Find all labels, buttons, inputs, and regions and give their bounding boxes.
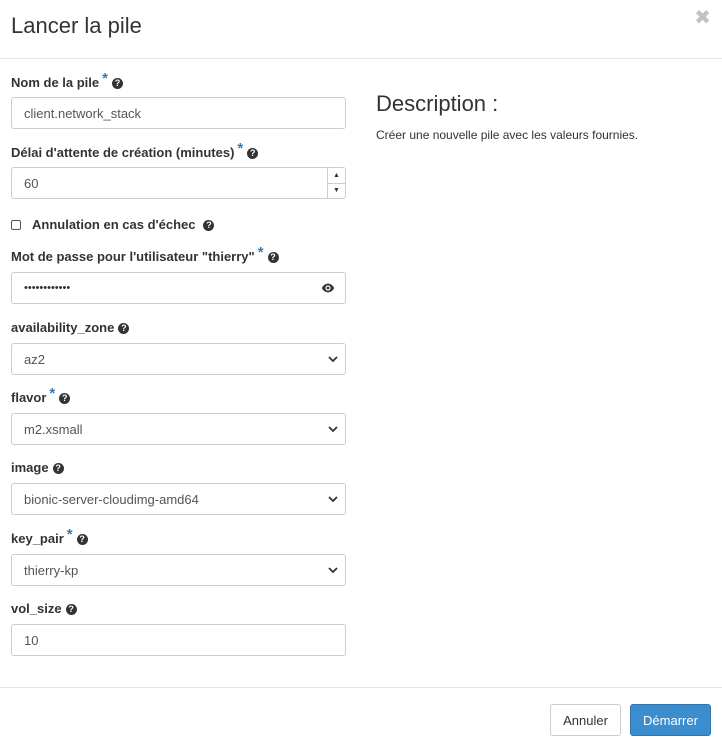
modal-title: Lancer la pile xyxy=(11,13,142,38)
availability-zone-label: availability_zone xyxy=(11,320,115,335)
availability-zone-value: az2 xyxy=(24,351,45,367)
rollback-label: Annulation en cas d'échec xyxy=(32,217,196,232)
required-marker: * xyxy=(237,140,244,157)
password-group: Mot de passe pour l'utilisateur "thierry… xyxy=(11,245,346,304)
flavor-value: m2.xsmall xyxy=(24,421,83,437)
chevron-down-icon xyxy=(328,356,338,363)
availability-zone-select[interactable]: az2 xyxy=(11,343,346,375)
flavor-group: flavor * ? m2.xsmall xyxy=(11,386,346,445)
required-marker: * xyxy=(257,244,264,261)
key-pair-group: key_pair * ? thierry-kp xyxy=(11,527,346,586)
help-icon[interactable]: ? xyxy=(267,251,279,263)
stack-name-label: Nom de la pile xyxy=(11,75,100,90)
required-marker: * xyxy=(102,70,108,87)
description-text: Créer une nouvelle pile avec les valeurs… xyxy=(376,128,639,142)
vol-size-label: vol_size xyxy=(11,601,62,616)
help-icon[interactable]: ? xyxy=(111,77,123,89)
key-pair-select[interactable]: thierry-kp xyxy=(11,554,346,586)
image-group: image ? bionic-server-cloudimg-amd64 xyxy=(11,460,346,515)
key-pair-label: key_pair xyxy=(11,531,64,546)
launch-button[interactable]: Démarrer xyxy=(630,704,711,736)
required-marker: * xyxy=(66,526,73,543)
stack-name-input[interactable]: client.network_stack xyxy=(11,97,346,129)
image-label: image xyxy=(11,460,49,475)
eye-icon[interactable] xyxy=(321,281,335,295)
modal-footer: Annuler Démarrer xyxy=(0,687,722,746)
flavor-select[interactable]: m2.xsmall xyxy=(11,413,346,445)
password-masked-value: •••••••••••• xyxy=(24,282,71,294)
increment-up-icon[interactable]: ▲ xyxy=(328,168,345,183)
timeout-stepper: ▲ ▼ xyxy=(327,168,345,198)
vol-size-value: 10 xyxy=(24,632,39,648)
help-icon[interactable]: ? xyxy=(118,322,130,334)
cancel-button[interactable]: Annuler xyxy=(550,704,621,736)
help-icon[interactable]: ? xyxy=(59,392,71,404)
required-marker: * xyxy=(49,385,56,402)
vol-size-input[interactable]: 10 xyxy=(11,624,346,656)
help-icon[interactable]: ? xyxy=(76,533,88,545)
rollback-checkbox[interactable] xyxy=(11,220,21,230)
help-icon[interactable]: ? xyxy=(247,147,259,159)
chevron-down-icon xyxy=(328,426,338,433)
key-pair-value: thierry-kp xyxy=(24,562,79,578)
password-input[interactable]: •••••••••••• xyxy=(11,272,346,304)
stack-name-group: Nom de la pile * ? client.network_stack xyxy=(11,71,346,129)
image-select[interactable]: bionic-server-cloudimg-amd64 xyxy=(11,483,346,515)
help-icon[interactable]: ? xyxy=(52,462,64,474)
help-icon[interactable]: ? xyxy=(203,219,215,231)
chevron-down-icon xyxy=(328,567,338,574)
stack-name-value: client.network_stack xyxy=(24,105,142,121)
timeout-label: Délai d'attente de création (minutes) xyxy=(11,145,235,160)
timeout-value: 60 xyxy=(24,175,39,191)
timeout-number-input[interactable]: 60 ▲ ▼ xyxy=(11,167,346,199)
rollback-group: Annulation en cas d'échec ? xyxy=(11,217,346,233)
availability-zone-group: availability_zone ? az2 xyxy=(11,320,346,375)
description-title: Description : xyxy=(376,91,499,116)
password-label: Mot de passe pour l'utilisateur "thierry… xyxy=(11,249,255,264)
decrement-down-icon[interactable]: ▼ xyxy=(328,182,345,199)
vol-size-group: vol_size ? 10 xyxy=(11,601,346,656)
flavor-label: flavor xyxy=(11,390,47,405)
image-value: bionic-server-cloudimg-amd64 xyxy=(24,491,199,507)
close-icon[interactable]: ✖ xyxy=(694,8,711,28)
modal-header: Lancer la pile ✖ xyxy=(0,0,722,59)
chevron-down-icon xyxy=(328,496,338,503)
timeout-group: Délai d'attente de création (minutes) * … xyxy=(11,141,346,199)
help-icon[interactable]: ? xyxy=(65,603,77,615)
